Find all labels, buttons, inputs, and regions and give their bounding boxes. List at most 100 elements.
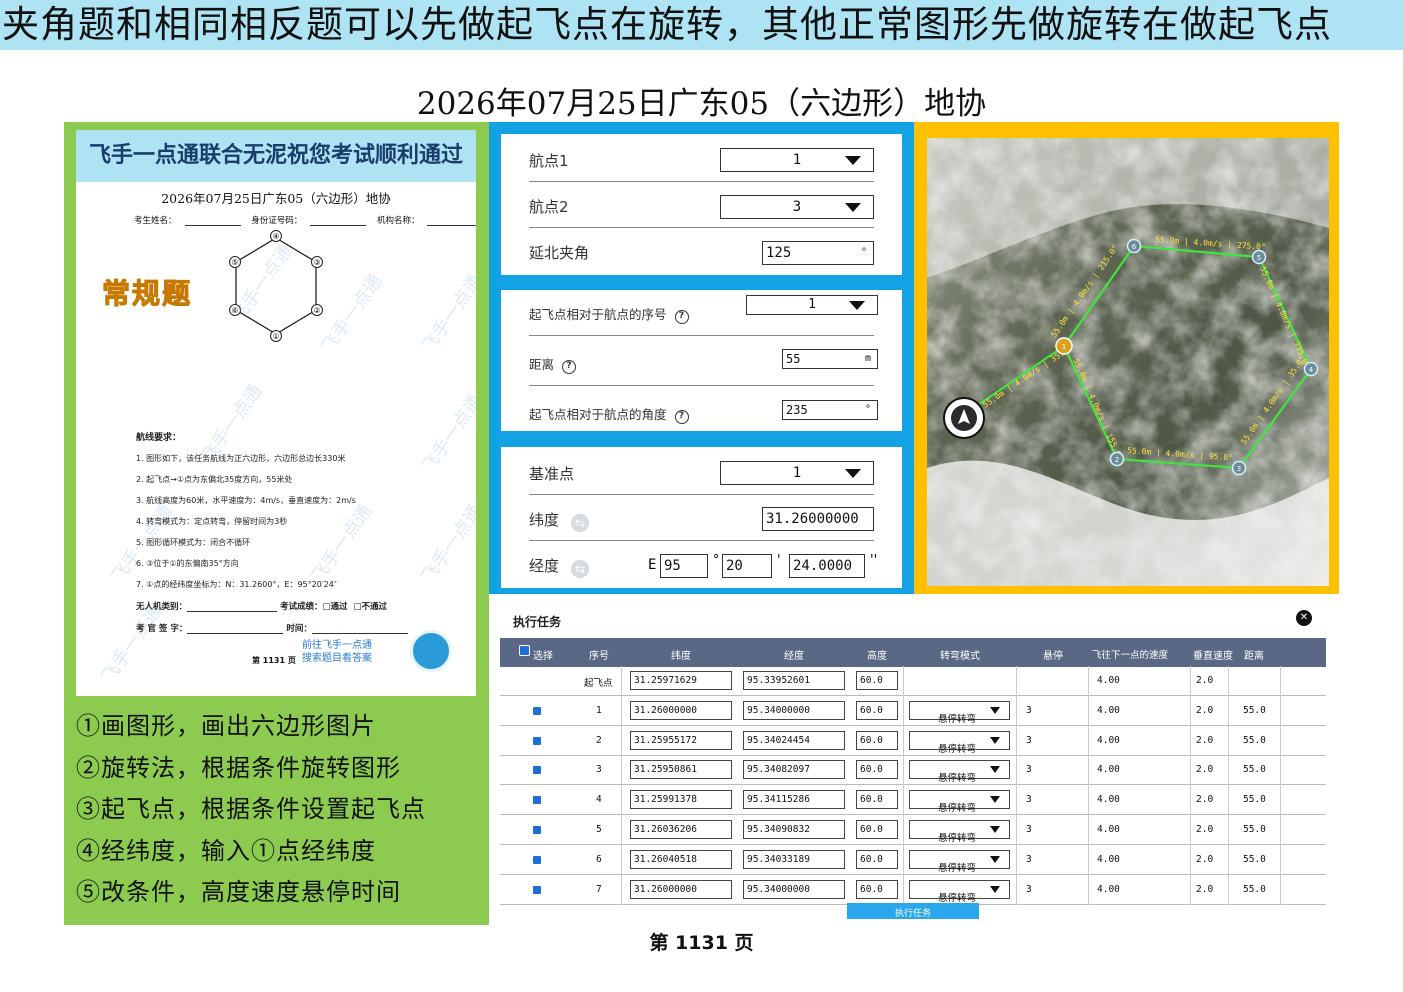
longitude-second-input[interactable]: 24.0000 <box>789 554 865 578</box>
select-all-checkbox[interactable] <box>519 645 530 656</box>
alt-input[interactable]: 60.0 <box>856 760 898 780</box>
takeoff-angle-input[interactable]: 235 ° <box>782 400 878 420</box>
lon-input[interactable]: 95.34082097 <box>743 760 845 780</box>
alt-input[interactable]: 60.0 <box>856 879 898 899</box>
speed-value: 4.00 <box>1097 764 1120 776</box>
alt-input[interactable]: 60.0 <box>856 730 898 750</box>
help-icon[interactable]: ? <box>674 410 689 424</box>
table-row: 5 31.26036206 95.34090832 60.0 悬停转弯 3 4.00 2.0 5… <box>500 815 1326 845</box>
qr-code-icon <box>410 630 452 672</box>
col-header: 飞往下一点的速度 <box>1092 650 1169 661</box>
task-dialog: 执行任务 ✕ 选择 序号 纬度 经度 高度 转弯模式 悬停 飞往下一点的速度 垂… <box>500 605 1326 925</box>
waypoint2-select[interactable]: 3 <box>720 195 874 219</box>
hover-value: 3 <box>1026 824 1032 835</box>
lat-input[interactable]: 31.25950861 <box>630 760 732 780</box>
row-checkbox[interactable] <box>533 855 541 864</box>
turn-mode-select[interactable]: 悬停转弯 <box>909 700 1010 725</box>
col-header: 悬停 <box>1043 651 1063 662</box>
lat-input[interactable]: 31.26000000 <box>630 700 732 720</box>
distance-input[interactable]: 55 m <box>782 349 878 369</box>
chevron-down-icon <box>990 855 1000 863</box>
alt-input[interactable]: 60.0 <box>856 671 898 690</box>
help-icon[interactable]: ? <box>562 360 577 374</box>
req-item: 3. 航线高度为60米，水平速度为：4m/s，垂直速度为：2m/s <box>136 496 356 505</box>
vspeed-value: 2.0 <box>1196 883 1214 895</box>
waypoint-label: 6 <box>1132 243 1137 251</box>
lon-input[interactable]: 95.34000000 <box>743 879 845 899</box>
chevron-down-icon <box>990 796 1000 804</box>
longitude-row: 经度 ⇆ E 95 ° 20 ' 24.0000 '' <box>529 541 877 587</box>
lat-input[interactable]: 31.25971629 <box>630 671 732 690</box>
takeoff-icon[interactable] <box>943 397 985 439</box>
north-angle-input[interactable]: 125 ° <box>762 241 874 265</box>
req-item: 7. ①点的经纬度坐标为：N：31.2600°，E：95°20′24″ <box>136 580 337 589</box>
lat-input[interactable]: 31.26000000 <box>630 879 732 899</box>
col-header: 距离 <box>1244 651 1264 662</box>
chevron-down-icon <box>849 301 865 310</box>
execute-task-button[interactable]: 执行任务 <box>847 903 979 919</box>
waypoint1-value: 1 <box>792 152 802 168</box>
turn-mode-select[interactable]: 悬停转弯 <box>909 760 1010 784</box>
latitude-input[interactable]: 31.26000000 <box>762 507 874 531</box>
lon-input[interactable]: 95.34090832 <box>743 820 845 839</box>
turn-mode-select[interactable]: 悬停转弯 <box>909 849 1010 874</box>
longitude-degree-input[interactable]: 95 <box>660 554 708 578</box>
minute-symbol: ' <box>777 553 781 568</box>
row-seq: 6 <box>596 853 602 865</box>
alt-input[interactable]: 60.0 <box>856 820 898 839</box>
req-item: 5. 图形循环模式为：闭合不循环 <box>136 538 251 547</box>
hex-label-5: ⑤ <box>231 258 238 267</box>
step-item: ④经纬度，输入①点经纬度 <box>76 836 376 865</box>
lon-input[interactable]: 95.34024454 <box>743 730 845 750</box>
page-title: 2026年07月25日广东05（六边形）地协 <box>416 86 987 122</box>
degree-unit: ° <box>860 247 867 258</box>
lat-input[interactable]: 31.25991378 <box>630 790 732 810</box>
help-icon[interactable]: ? <box>674 310 689 324</box>
table-row: 6 31.26040518 95.34033189 60.0 悬停转弯 3 4.00 2.0 5… <box>500 844 1326 875</box>
goto-line: 前往飞手一点通 <box>302 640 372 651</box>
time-label: 时间： <box>286 624 312 634</box>
vspeed-value: 2.0 <box>1196 794 1214 806</box>
fail-check: □不通过 <box>353 602 387 612</box>
row-checkbox[interactable] <box>533 796 541 805</box>
lat-input[interactable]: 31.25955172 <box>630 730 732 750</box>
row-checkbox[interactable] <box>533 766 541 775</box>
row-checkbox[interactable] <box>533 706 541 715</box>
turn-mode-select[interactable]: 悬停转弯 <box>909 730 1010 755</box>
swap-icon[interactable]: ⇆ <box>571 514 590 532</box>
chevron-down-icon <box>990 766 1000 774</box>
turn-mode-select[interactable]: 悬停转弯 <box>909 879 1010 904</box>
row-checkbox[interactable] <box>533 885 541 894</box>
lon-input[interactable]: 95.34000000 <box>743 700 845 720</box>
col-header: 纬度 <box>671 651 691 662</box>
turn-mode-select[interactable]: 悬停转弯 <box>909 820 1010 844</box>
satellite-map[interactable]: 55.0m | 4.0m/s | 275.0° 55.0m | 4.0m/s |… <box>927 138 1329 586</box>
speed-value: 4.00 <box>1097 675 1120 686</box>
table-row: 1 31.26000000 95.34000000 60.0 悬停转弯 3 4.00 2.0 5… <box>500 695 1326 726</box>
req-item: 4. 转弯模式为：定点转弯，停留时间为3秒 <box>136 517 288 526</box>
waypoint1-select[interactable]: 1 <box>720 148 874 172</box>
step-item: ③起飞点，根据条件设置起飞点 <box>76 795 426 823</box>
lat-input[interactable]: 31.26040518 <box>630 849 732 869</box>
map-canvas[interactable]: 55.0m | 4.0m/s | 275.0° 55.0m | 4.0m/s |… <box>927 138 1329 586</box>
uav-type-label: 无人机类别： <box>136 602 188 612</box>
alt-input[interactable]: 60.0 <box>856 790 898 810</box>
score-label: 考试成绩： <box>279 602 323 612</box>
longitude-minute-input[interactable]: 20 <box>722 554 772 578</box>
row-checkbox[interactable] <box>533 736 541 745</box>
turn-mode-select[interactable]: 悬停转弯 <box>909 790 1010 814</box>
row-checkbox[interactable] <box>533 826 541 834</box>
alt-input[interactable]: 60.0 <box>856 700 898 720</box>
lon-input[interactable]: 95.33952601 <box>743 671 845 690</box>
alt-input[interactable]: 60.0 <box>856 849 898 869</box>
takeoff-seq-select[interactable]: 1 <box>746 295 878 315</box>
req-item: 6. ③位于①的东偏南35°方向 <box>136 559 239 568</box>
lat-input[interactable]: 31.26036206 <box>630 820 732 839</box>
close-icon[interactable]: ✕ <box>1296 610 1312 626</box>
field-org: 机构名称： <box>376 216 420 226</box>
lon-input[interactable]: 95.34115286 <box>743 790 845 810</box>
swap-icon[interactable]: ⇆ <box>571 560 590 578</box>
req-item: 2. 起飞点→①点为东偏北35度方向，55米处 <box>136 475 293 484</box>
lon-input[interactable]: 95.34033189 <box>743 849 845 869</box>
base-point-select[interactable]: 1 <box>720 461 874 485</box>
